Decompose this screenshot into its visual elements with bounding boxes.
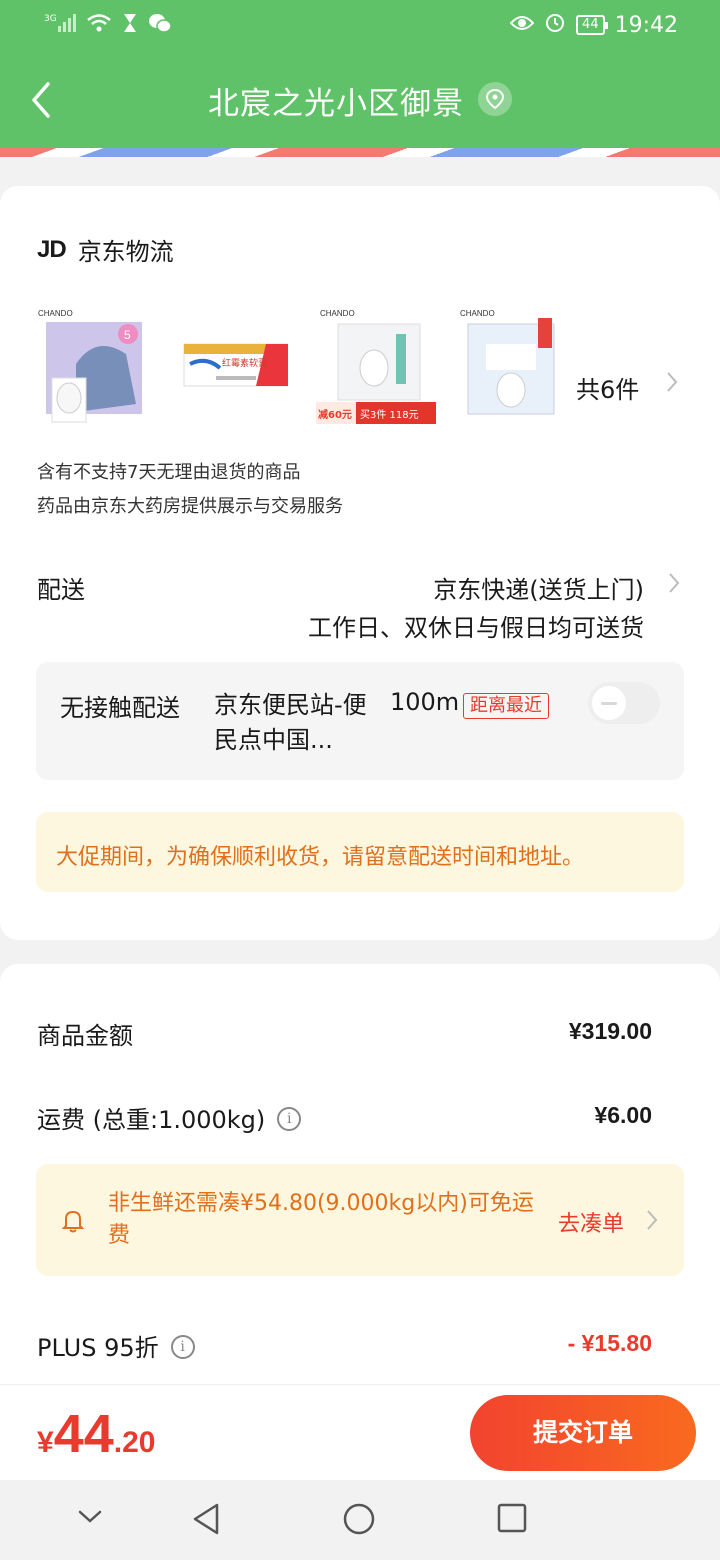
contactless-delivery-box: 无接触配送 京东便民站-便民点中国... 100m 距离最近 xyxy=(36,662,684,780)
product-thumb-2[interactable]: 红霉素软膏 xyxy=(176,304,291,428)
free-shipping-text: 非生鲜还需凑¥54.80(9.000kg以内)可免运费 xyxy=(108,1191,534,1248)
down-chevron-icon[interactable] xyxy=(76,1502,104,1530)
toggle-knob xyxy=(592,686,626,720)
delivery-label: 配送 xyxy=(37,576,85,604)
currency-symbol: ¥ xyxy=(37,1426,54,1459)
delivery-method: 京东快递(送货上门) xyxy=(433,576,644,604)
plus-discount-value: - ¥15.80 xyxy=(567,1330,652,1356)
info-icon[interactable]: i xyxy=(277,1107,302,1131)
recents-square-icon[interactable] xyxy=(496,1502,528,1534)
goods-amount-value: ¥319.00 xyxy=(568,1018,652,1044)
status-bar: 3G 44 19:42 xyxy=(0,0,720,50)
goods-amount-label: 商品金额 xyxy=(37,1022,133,1050)
plus-discount-label: PLUS 95折 xyxy=(37,1334,159,1362)
info-icon[interactable]: i xyxy=(170,1335,195,1359)
add-items-link[interactable]: 去凑单 xyxy=(558,1206,624,1238)
svg-text:CHANDO: CHANDO xyxy=(320,309,355,318)
eye-icon xyxy=(509,13,535,38)
plus-discount-label-row: PLUS 95折 i xyxy=(37,1328,195,1363)
back-triangle-icon[interactable] xyxy=(190,1502,222,1536)
product-thumb-3[interactable]: CHANDO 减60元 买3件 118元 xyxy=(316,304,436,428)
wifi-icon xyxy=(86,12,112,38)
nearest-badge: 距离最近 xyxy=(463,693,549,719)
wechat-icon xyxy=(148,12,172,38)
freight-label-row: 运费 (总重:1.000kg) i xyxy=(37,1100,302,1135)
carrier-name: 京东物流 xyxy=(77,238,174,266)
chevron-right-icon xyxy=(669,573,680,593)
total-decimal: .20 xyxy=(113,1426,156,1459)
total-price: ¥44.20 xyxy=(37,1403,155,1465)
jd-logo: JD xyxy=(37,235,67,263)
svg-text:CHANDO: CHANDO xyxy=(460,309,495,318)
product-thumbnails[interactable]: CHANDO 5 红霉素软膏 CHANDO 减60元 买3件 118元 CHAN… xyxy=(36,304,686,434)
svg-text:3G: 3G xyxy=(44,14,57,24)
location-pin-icon xyxy=(486,88,504,109)
checkout-bar: ¥44.20 提交订单 xyxy=(0,1384,720,1480)
top-navigation-bar: 北宸之光小区御景 xyxy=(0,50,720,148)
product-thumb-1[interactable]: CHANDO 5 xyxy=(36,304,148,428)
svg-text:CHANDO: CHANDO xyxy=(38,309,73,318)
battery-icon: 44 xyxy=(576,15,608,35)
svg-text:减60元: 减60元 xyxy=(318,408,352,421)
chevron-right-icon xyxy=(647,1210,658,1230)
free-shipping-tip[interactable]: 非生鲜还需凑¥54.80(9.000kg以内)可免运费 去凑单 xyxy=(36,1164,684,1276)
address-border-stripe xyxy=(0,148,720,157)
pharmacy-notice: 药品由京东大药房提供展示与交易服务 xyxy=(37,496,343,517)
contactless-toggle[interactable] xyxy=(588,682,660,724)
svg-text:红霉素软膏: 红霉素软膏 xyxy=(222,357,267,369)
home-circle-icon[interactable] xyxy=(342,1502,376,1536)
svg-text:5: 5 xyxy=(124,328,131,342)
chevron-right-icon xyxy=(667,372,678,392)
product-thumb-4[interactable]: CHANDO xyxy=(456,304,568,428)
freight-label: 运费 (总重:1.000kg) xyxy=(37,1106,266,1134)
contactless-label: 无接触配送 xyxy=(60,694,180,722)
svg-text:买3件 118元: 买3件 118元 xyxy=(360,409,419,421)
delivery-schedule: 工作日、双休日与假日均可送货 xyxy=(308,614,644,642)
pickup-station-name: 京东便民站-便民点中国... xyxy=(214,691,367,754)
bell-icon xyxy=(62,1210,84,1233)
shipment-card: JD 京东物流 CHANDO 5 红霉素软膏 CHANDO 减60元 买3件 1… xyxy=(0,186,720,940)
alarm-icon xyxy=(544,11,566,39)
total-integer: 44 xyxy=(53,1404,114,1464)
address-title[interactable]: 北宸之光小区御景 xyxy=(208,86,464,122)
status-time: 19:42 xyxy=(614,12,678,38)
hourglass-icon xyxy=(122,12,138,38)
no-return-notice: 含有不支持7天无理由退货的商品 xyxy=(37,462,301,483)
item-count[interactable]: 共6件 xyxy=(576,370,639,405)
pickup-distance: 100m xyxy=(390,688,460,716)
freight-value: ¥6.00 xyxy=(594,1102,652,1128)
location-button[interactable] xyxy=(478,81,512,116)
submit-order-button[interactable]: 提交订单 xyxy=(470,1395,696,1471)
system-navigation-bar xyxy=(0,1480,720,1560)
signal-icon: 3G xyxy=(44,12,76,38)
promo-period-notice: 大促期间，为确保顺利收货，请留意配送时间和地址。 xyxy=(36,812,684,892)
carrier-header: JD 京东物流 xyxy=(37,232,174,267)
